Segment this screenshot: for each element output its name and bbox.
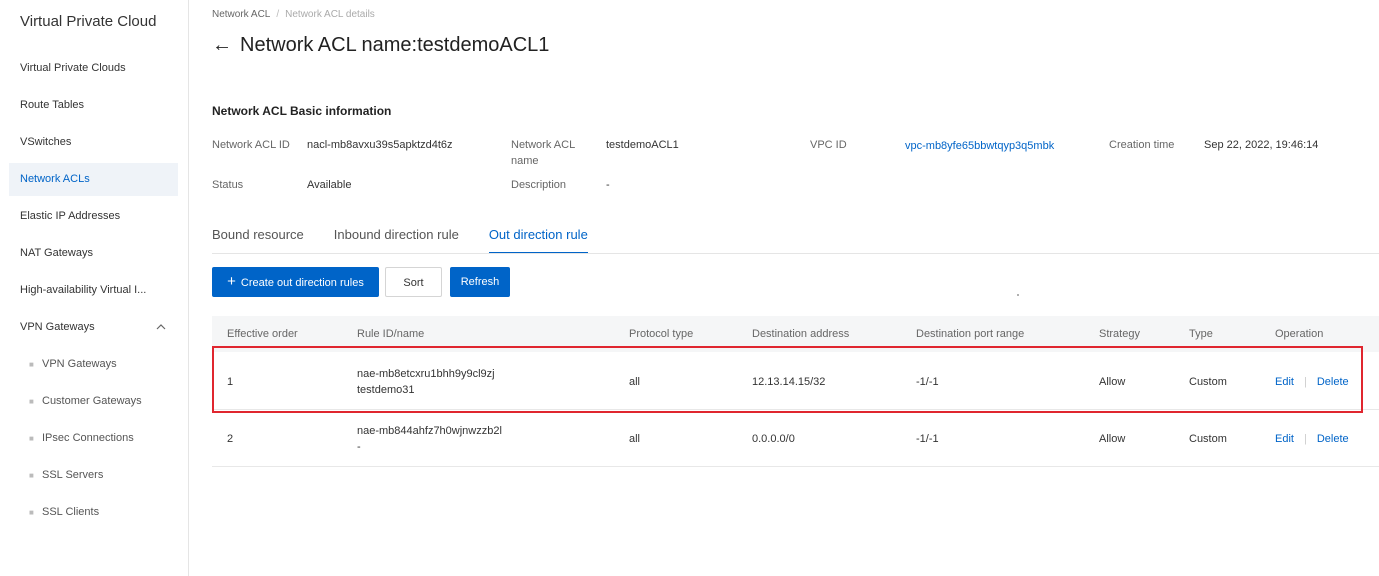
column-header: Rule ID/name xyxy=(357,328,425,340)
tab-inbound-direction-rule[interactable]: Inbound direction rule xyxy=(334,226,459,254)
acl-name-label-line2: name xyxy=(511,155,539,167)
bullet-icon: ■ xyxy=(29,508,34,517)
sidebar-item-label: VPN Gateways xyxy=(20,321,95,333)
sidebar-sub-ssl-clients[interactable]: ■ SSL Clients xyxy=(9,496,178,529)
page-title-row: ← Network ACL name:testdemoACL1 xyxy=(212,34,549,57)
rule-type: Custom xyxy=(1189,376,1227,388)
delete-link[interactable]: Delete xyxy=(1317,376,1349,388)
edit-link[interactable]: Edit xyxy=(1275,433,1294,445)
table-row: 1 nae-mb8etcxru1bhh9y9cl9zj testdemo31 a… xyxy=(212,353,1379,410)
breadcrumb: Network ACL / Network ACL details xyxy=(212,9,375,20)
bullet-icon: ■ xyxy=(29,397,34,406)
rule-id: nae-mb8etcxru1bhh9y9cl9zj xyxy=(357,368,495,380)
sidebar-title: Virtual Private Cloud xyxy=(20,13,157,30)
column-header: Destination port range xyxy=(916,328,1025,340)
column-header: Protocol type xyxy=(629,328,694,340)
create-out-direction-rules-button[interactable]: + Create out direction rules xyxy=(212,267,379,297)
sidebar-sub-vpn-gateways[interactable]: ■ VPN Gateways xyxy=(9,348,178,381)
column-header: Type xyxy=(1189,328,1213,340)
bullet-icon: ■ xyxy=(29,360,34,369)
rule-type: Custom xyxy=(1189,433,1227,445)
operation-cell: Edit | Delete xyxy=(1275,375,1349,390)
rule-name: testdemo31 xyxy=(357,384,415,396)
sidebar-sub-label: SSL Clients xyxy=(42,506,100,518)
sidebar: Virtual Private Cloud Virtual Private Cl… xyxy=(0,0,189,576)
acl-id-label: Network ACL ID xyxy=(212,139,290,151)
sidebar-item-high-availability-virtual-ip[interactable]: High-availability Virtual I... xyxy=(9,274,178,307)
sidebar-sub-label: VPN Gateways xyxy=(42,358,117,370)
column-header: Destination address xyxy=(752,328,850,340)
sidebar-item-vpn-gateways-group[interactable]: VPN Gateways xyxy=(9,311,178,344)
rule-name: - xyxy=(357,441,361,453)
sidebar-item-route-tables[interactable]: Route Tables xyxy=(9,89,178,122)
refresh-button[interactable]: Refresh xyxy=(450,267,510,297)
sidebar-sub-ssl-servers[interactable]: ■ SSL Servers xyxy=(9,459,178,492)
sidebar-sub-label: IPsec Connections xyxy=(42,432,134,444)
plus-icon: + xyxy=(227,273,236,290)
tab-out-direction-rule[interactable]: Out direction rule xyxy=(488,226,588,254)
delete-link[interactable]: Delete xyxy=(1317,433,1349,445)
create-button-label: Create out direction rules xyxy=(240,277,364,289)
protocol-type: all xyxy=(629,376,641,388)
table-header: Effective order Rule ID/name Protocol ty… xyxy=(212,316,1379,352)
destination-port-range: -1/-1 xyxy=(916,376,939,388)
creation-time-value: Sep 22, 2022, 19:46:14 xyxy=(1204,139,1319,151)
status-value: Available xyxy=(307,179,352,191)
breadcrumb-current: Network ACL details xyxy=(285,9,375,20)
rule-id: nae-mb844ahfz7h0wjnwzzb2l xyxy=(357,425,502,437)
breadcrumb-separator: / xyxy=(276,9,280,20)
sidebar-sub-label: SSL Servers xyxy=(42,469,104,481)
sidebar-item-vswitches[interactable]: VSwitches xyxy=(9,126,178,159)
acl-name-value: testdemoACL1 xyxy=(606,139,679,151)
breadcrumb-network-acl[interactable]: Network ACL xyxy=(212,9,270,20)
tabs-divider xyxy=(212,253,1379,254)
operation-separator: | xyxy=(1303,433,1307,445)
chevron-up-icon[interactable] xyxy=(156,311,166,344)
sidebar-sub-customer-gateways[interactable]: ■ Customer Gateways xyxy=(9,385,178,418)
acl-name-label-line1: Network ACL xyxy=(511,139,576,151)
operation-cell: Edit | Delete xyxy=(1275,432,1349,447)
description-value: - xyxy=(606,179,610,191)
edit-link[interactable]: Edit xyxy=(1275,376,1294,388)
creation-time-label: Creation time xyxy=(1109,139,1175,151)
destination-port-range: -1/-1 xyxy=(916,433,939,445)
decorative-dot xyxy=(1017,294,1019,296)
column-header: Strategy xyxy=(1099,328,1140,340)
sidebar-item-network-acls[interactable]: Network ACLs xyxy=(9,163,178,196)
acl-id-value: nacl-mb8avxu39s5apktzd4t6z xyxy=(307,139,453,151)
protocol-type: all xyxy=(629,433,641,445)
vpc-id-link[interactable]: vpc-mb8yfe65bbwtqyp3q5mbk xyxy=(905,138,1054,154)
vpc-id-label: VPC ID xyxy=(810,139,847,151)
column-header: Effective order xyxy=(227,328,298,340)
column-header: Operation xyxy=(1275,328,1324,340)
table-row: 2 nae-mb844ahfz7h0wjnwzzb2l - all 0.0.0.… xyxy=(212,410,1379,467)
back-arrow-icon[interactable]: ← xyxy=(212,34,232,57)
bullet-icon: ■ xyxy=(29,471,34,480)
sidebar-item-elastic-ip-addresses[interactable]: Elastic IP Addresses xyxy=(9,200,178,233)
status-label: Status xyxy=(212,179,244,191)
tab-bar: Bound resource Inbound direction rule Ou… xyxy=(212,226,618,254)
tab-bound-resource[interactable]: Bound resource xyxy=(212,226,304,254)
sort-button[interactable]: Sort xyxy=(385,267,442,297)
effective-order: 2 xyxy=(227,433,234,445)
strategy: Allow xyxy=(1099,433,1126,445)
destination-address: 0.0.0.0/0 xyxy=(752,433,795,445)
sidebar-sub-label: Customer Gateways xyxy=(42,395,142,407)
page-title: Network ACL name:testdemoACL1 xyxy=(240,34,550,56)
operation-separator: | xyxy=(1303,376,1307,388)
description-label: Description xyxy=(511,179,567,191)
bullet-icon: ■ xyxy=(29,434,34,443)
sidebar-item-nat-gateways[interactable]: NAT Gateways xyxy=(9,237,178,270)
destination-address: 12.13.14.15/32 xyxy=(752,376,826,388)
effective-order: 1 xyxy=(227,376,234,388)
strategy: Allow xyxy=(1099,376,1126,388)
sidebar-item-virtual-private-clouds[interactable]: Virtual Private Clouds xyxy=(9,52,178,85)
sidebar-sub-ipsec-connections[interactable]: ■ IPsec Connections xyxy=(9,422,178,455)
acl-name-label: Network ACL name xyxy=(511,137,575,169)
basic-info-title: Network ACL Basic information xyxy=(212,104,392,118)
